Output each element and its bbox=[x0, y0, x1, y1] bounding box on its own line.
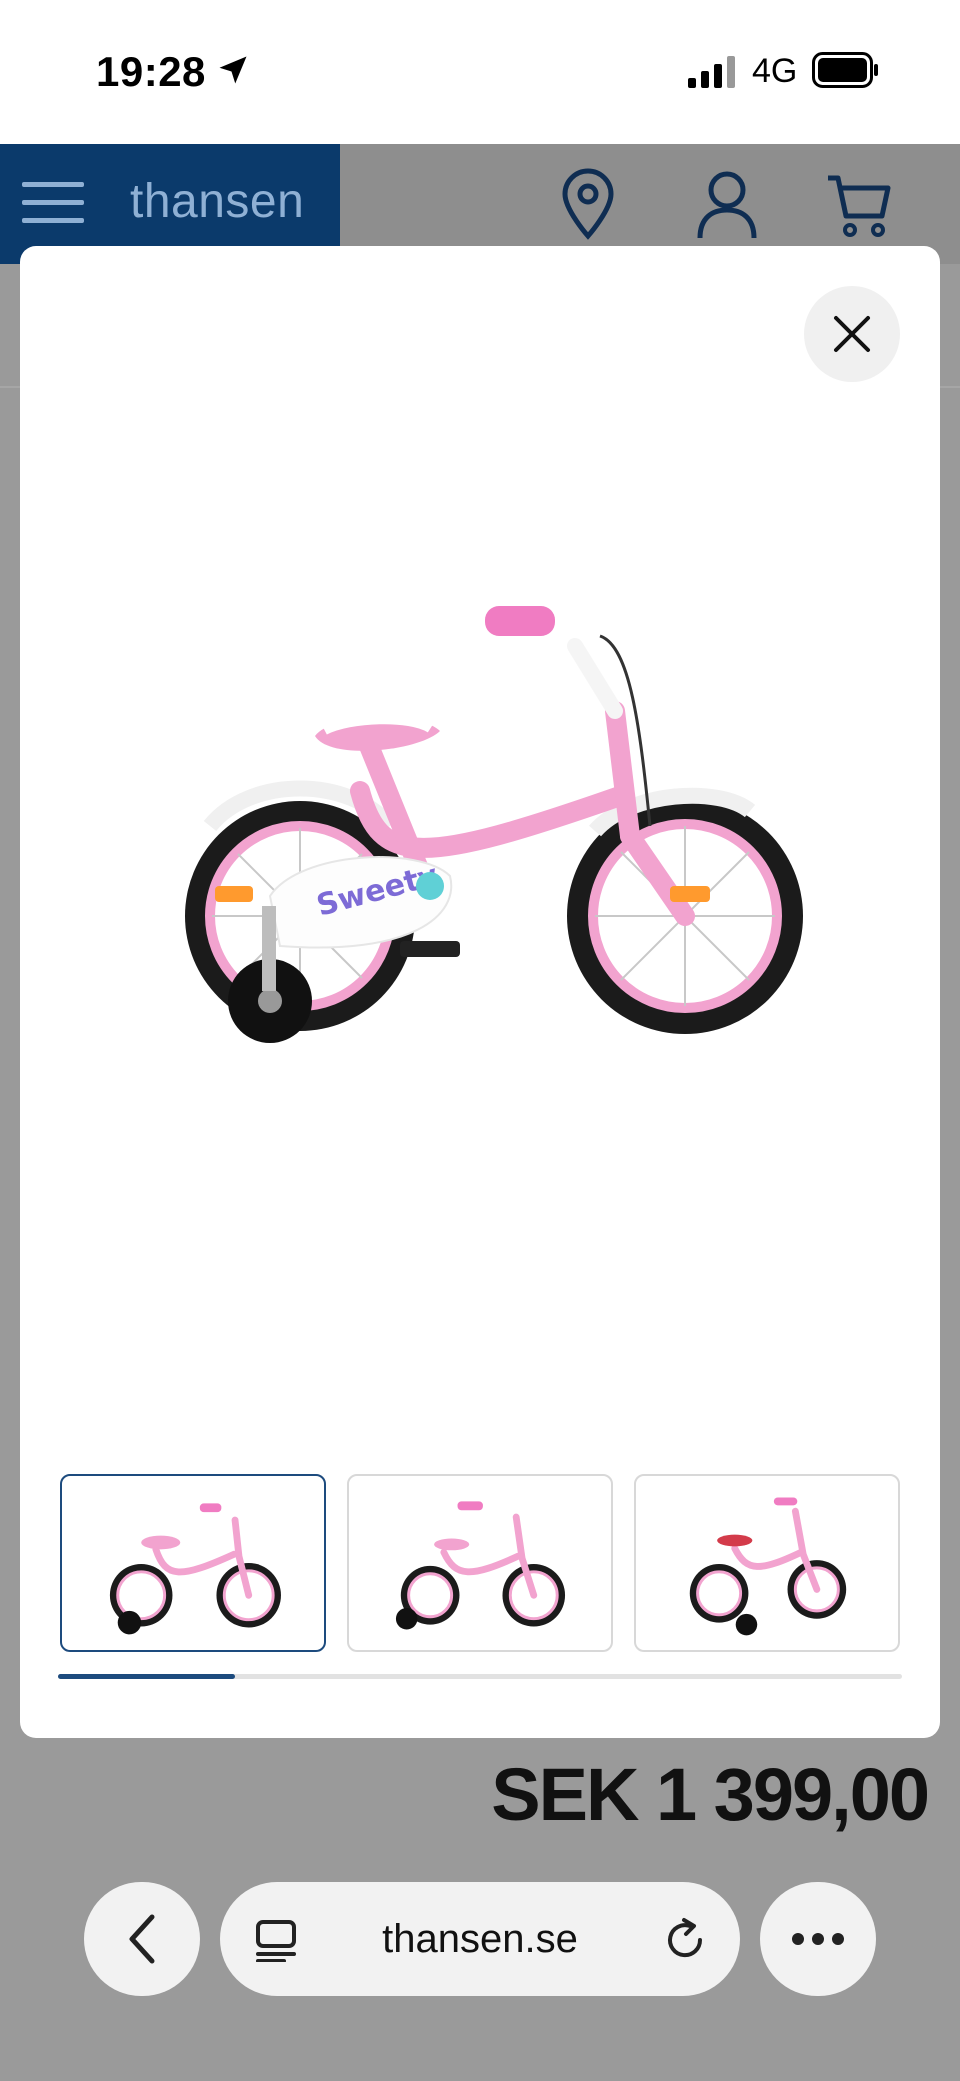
status-time: 19:28 bbox=[96, 48, 206, 95]
thumbnail-strip bbox=[60, 1474, 902, 1652]
thumbnail-image bbox=[109, 1503, 281, 1635]
more-icon bbox=[792, 1933, 844, 1945]
brand-logo[interactable]: thansen bbox=[130, 174, 304, 229]
close-button[interactable] bbox=[804, 286, 900, 382]
browser-back-button[interactable] bbox=[84, 1882, 200, 1996]
back-icon bbox=[129, 1914, 155, 1964]
thumbnail-image bbox=[395, 1501, 566, 1630]
tabs-icon bbox=[256, 1920, 296, 1962]
product-price: SEK 1 399,00 bbox=[491, 1753, 930, 1836]
thumbnail-image bbox=[689, 1497, 847, 1636]
store-location-icon[interactable] bbox=[555, 168, 621, 240]
cart-icon[interactable] bbox=[826, 168, 892, 240]
location-arrow-icon bbox=[219, 56, 247, 84]
thumbnail-1[interactable] bbox=[60, 1474, 326, 1652]
gallery-progress-track bbox=[58, 1674, 902, 1679]
network-label: 4G bbox=[752, 52, 798, 90]
signal-icon bbox=[688, 56, 735, 88]
thumbnail-2[interactable] bbox=[347, 1474, 613, 1652]
thumbnail-3[interactable] bbox=[634, 1474, 900, 1652]
reload-icon[interactable] bbox=[662, 1916, 708, 1962]
main-product-image[interactable]: Sweety bbox=[150, 566, 830, 1126]
close-icon bbox=[834, 316, 870, 352]
status-bar: 19:28 4G bbox=[0, 0, 960, 144]
gallery-progress-fill bbox=[58, 1674, 236, 1679]
menu-icon[interactable] bbox=[22, 180, 84, 226]
account-icon[interactable] bbox=[694, 168, 760, 240]
browser-more-button[interactable] bbox=[760, 1882, 876, 1996]
url-text: thansen.se bbox=[382, 1916, 578, 1961]
browser-url-bar[interactable]: thansen.se bbox=[220, 1882, 740, 1996]
battery-icon bbox=[812, 52, 878, 88]
image-gallery-modal: Sweety bbox=[20, 246, 940, 1738]
